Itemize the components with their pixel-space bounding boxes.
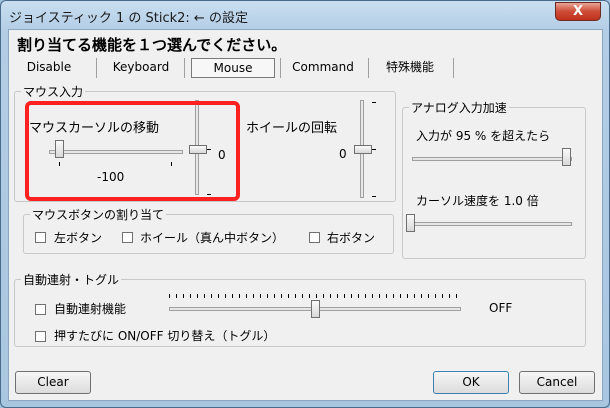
tab-command[interactable]: Command: [287, 58, 359, 78]
autofire-state: OFF: [489, 301, 513, 315]
toggle-label: 押すたびに ON/OFF 切り替え（トグル）: [54, 329, 276, 343]
autofire-label: 自動連射機能: [54, 302, 127, 316]
left-button-label: 左ボタン: [54, 231, 103, 245]
tab-separator: [96, 58, 97, 78]
window-title: ジョイスティック 1 の Stick2: ← の設定: [9, 11, 248, 26]
slider-track: [412, 157, 572, 161]
left-button-checkbox[interactable]: [35, 232, 46, 243]
slider-thumb[interactable]: [354, 145, 372, 154]
analog-group-label: アナログ入力加速: [409, 99, 509, 116]
tab-separator: [453, 58, 454, 78]
dialog-window: ジョイスティック 1 の Stick2: ← の設定 X 割り当てる機能を１つ選…: [0, 0, 610, 408]
title-bar[interactable]: ジョイスティック 1 の Stick2: ← の設定 X: [1, 1, 609, 29]
dialog-content: 割り当てる機能を１つ選んでください。 Disable Keyboard Mous…: [8, 29, 603, 401]
slider-tick-row: [169, 294, 461, 298]
clear-button[interactable]: Clear: [15, 371, 91, 394]
speed-label: カーソル速度を 1.0 倍: [416, 194, 539, 208]
autofire-group-label: 自動連射・トグル: [21, 271, 122, 288]
slider-thumb[interactable]: [311, 300, 320, 318]
slider-track: [408, 222, 572, 226]
right-button-checkbox[interactable]: [309, 232, 320, 243]
slider-tick: [372, 149, 376, 150]
tab-disable[interactable]: Disable: [19, 58, 79, 78]
close-button[interactable]: X: [555, 2, 601, 21]
toggle-checkbox[interactable]: [35, 331, 46, 342]
mouse-input-group-label: マウス入力: [21, 83, 86, 100]
mouse-button-group-label: マウスボタンの割り当て: [30, 206, 167, 223]
threshold-label: 入力が 95 % を超えたら: [416, 129, 551, 143]
instruction-heading: 割り当てる機能を１つ選んでください。: [17, 36, 287, 54]
wheel-label: ホイールの回転: [246, 121, 338, 136]
wheel-value: 0: [339, 147, 347, 161]
slider-tick: [372, 196, 376, 197]
slider-thumb[interactable]: [406, 214, 415, 232]
tab-mouse[interactable]: Mouse: [191, 58, 275, 78]
slider-tick: [372, 102, 376, 103]
tab-separator: [184, 58, 185, 78]
wheel-button-checkbox[interactable]: [122, 232, 133, 243]
autofire-checkbox[interactable]: [35, 304, 46, 315]
function-tabs: Disable Keyboard Mouse Command 特殊機能: [9, 56, 604, 80]
tab-separator: [368, 58, 369, 78]
highlight-frame: [25, 101, 240, 201]
right-button-label: 右ボタン: [327, 231, 376, 245]
tab-special[interactable]: 特殊機能: [375, 58, 445, 78]
wheel-button-label: ホイール（真ん中ボタン）: [140, 231, 285, 245]
ok-button[interactable]: OK: [433, 371, 509, 394]
cancel-button[interactable]: Cancel: [519, 371, 595, 394]
tab-keyboard[interactable]: Keyboard: [105, 58, 177, 78]
tab-separator: [280, 58, 281, 78]
slider-thumb[interactable]: [562, 148, 571, 166]
